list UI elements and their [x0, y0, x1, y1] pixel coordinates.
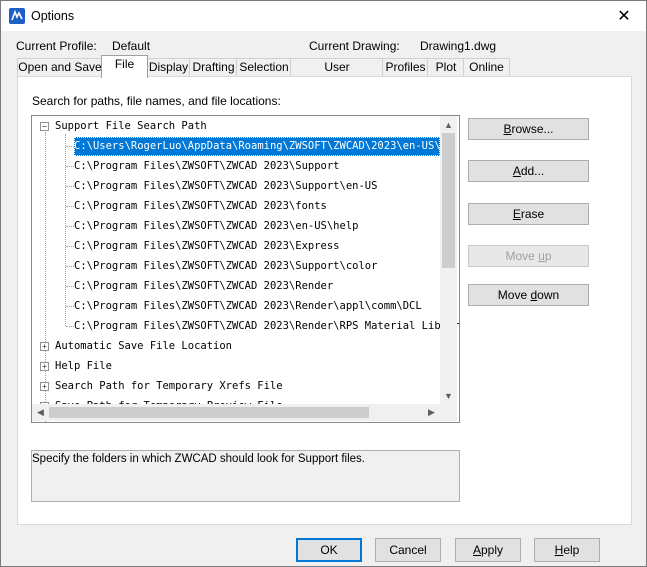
scroll-left-icon[interactable]: ◀	[32, 404, 49, 421]
add-button-label: dd...	[520, 164, 545, 178]
description-box: Specify the folders in which ZWCAD shoul…	[31, 450, 460, 502]
tree-path-item[interactable]: C:\Program Files\ZWSOFT\ZWCAD 2023\Rende…	[74, 317, 459, 336]
erase-button[interactable]: Erase	[468, 203, 589, 225]
tree-connector	[66, 166, 74, 167]
search-prompt: Search for paths, file names, and file l…	[32, 94, 281, 108]
cancel-button[interactable]: Cancel	[375, 538, 441, 562]
current-drawing-label: Current Drawing:	[309, 39, 400, 53]
tree-connector	[66, 326, 74, 327]
vertical-scrollbar[interactable]: ▲ ▼	[440, 116, 457, 404]
scroll-up-icon[interactable]: ▲	[440, 116, 457, 133]
tab-profiles[interactable]: Profiles	[382, 58, 429, 77]
move-up-button[interactable]: Move up	[468, 245, 589, 267]
tree-path-item[interactable]: C:\Program Files\ZWSOFT\ZWCAD 2023\Suppo…	[74, 257, 377, 276]
tree-path-item[interactable]: C:\Program Files\ZWSOFT\ZWCAD 2023\Rende…	[74, 277, 333, 296]
expand-icon[interactable]: +	[40, 342, 49, 351]
tree-node-automatic-save-file-location[interactable]: Automatic Save File Location	[55, 337, 232, 356]
tab-online[interactable]: Online	[463, 58, 510, 77]
tab-user-preferences[interactable]: User Preferences	[290, 58, 384, 91]
tree-connector	[66, 146, 74, 147]
options-dialog: Options ✕ Current Profile: Default Curre…	[0, 0, 647, 567]
tree-path-item[interactable]: C:\Program Files\ZWSOFT\ZWCAD 2023\Suppo…	[74, 177, 377, 196]
tree-connector	[66, 306, 74, 307]
current-profile-label: Current Profile:	[16, 39, 97, 53]
tree-connector	[65, 134, 66, 326]
description-text: Specify the folders in which ZWCAD shoul…	[32, 453, 366, 465]
browse-button-accelerator: B	[503, 122, 512, 136]
tree-connector	[66, 246, 74, 247]
move-up-button-label: Move	[505, 249, 539, 263]
tree-node-help-file[interactable]: Help File	[55, 357, 112, 376]
tree-path-item[interactable]: C:\Program Files\ZWSOFT\ZWCAD 2023\Suppo…	[74, 157, 340, 176]
erase-button-accelerator: E	[512, 207, 521, 221]
browse-button[interactable]: Browse...	[468, 118, 589, 140]
search-path-tree[interactable]: − Support File Search Path C:\Users\Roge…	[31, 115, 460, 423]
move-down-button-label: Move	[497, 288, 531, 302]
scroll-down-icon[interactable]: ▼	[440, 387, 457, 404]
tree-path-item[interactable]: C:\Program Files\ZWSOFT\ZWCAD 2023\Rende…	[74, 297, 422, 316]
close-icon[interactable]: ✕	[602, 1, 646, 31]
apply-button-accelerator: A	[472, 543, 481, 557]
scroll-corner	[440, 404, 457, 421]
ok-button-label: OK	[320, 543, 338, 557]
tab-selection[interactable]: Selection	[236, 58, 292, 77]
ok-button[interactable]: OK	[296, 538, 362, 562]
tree-path-item[interactable]: C:\Program Files\ZWSOFT\ZWCAD 2023\en-US…	[74, 217, 358, 236]
tree-connector	[66, 266, 74, 267]
tree-node-search-path-temporary-xrefs[interactable]: Search Path for Temporary Xrefs File	[55, 377, 283, 396]
move-down-button-label: own	[537, 288, 560, 302]
tree-connector	[66, 186, 74, 187]
tab-file[interactable]: File	[101, 55, 148, 78]
vertical-scroll-thumb[interactable]	[442, 133, 455, 268]
apply-button[interactable]: Apply	[455, 538, 521, 562]
browse-button-label: rowse...	[511, 122, 554, 136]
tree-connector	[45, 132, 46, 422]
cancel-button-label: Cancel	[389, 543, 427, 557]
tab-open-and-save[interactable]: Open and Save	[17, 58, 103, 77]
tab-plot[interactable]: Plot	[427, 58, 465, 77]
tree-path-item-selected[interactable]: C:\Users\RogerLuo\AppData\Roaming\ZWSOFT…	[74, 137, 459, 156]
tab-display[interactable]: Display	[146, 58, 191, 77]
tree-connector	[66, 286, 74, 287]
apply-button-label: pply	[481, 543, 504, 557]
tab-drafting[interactable]: Drafting	[189, 58, 238, 77]
tree-path-item[interactable]: C:\Program Files\ZWSOFT\ZWCAD 2023\fonts	[74, 197, 327, 216]
horizontal-scrollbar[interactable]: ◀ ▶	[32, 404, 440, 421]
horizontal-scroll-thumb[interactable]	[49, 407, 369, 418]
erase-button-label: rase	[520, 207, 545, 221]
expand-icon[interactable]: +	[40, 382, 49, 391]
tree-connector	[66, 226, 74, 227]
title-bar: Options ✕	[1, 1, 646, 31]
help-button[interactable]: Help	[534, 538, 600, 562]
move-up-button-label: p	[544, 249, 552, 263]
tree-connector	[66, 206, 74, 207]
scroll-right-icon[interactable]: ▶	[423, 404, 440, 421]
move-down-button[interactable]: Move down	[468, 284, 589, 306]
expand-icon[interactable]: +	[40, 362, 49, 371]
add-button[interactable]: Add...	[468, 160, 589, 182]
move-up-button-accelerator: u	[538, 249, 545, 263]
help-button-label: elp	[563, 543, 580, 557]
add-button-accelerator: A	[512, 164, 521, 178]
window-title: Options	[31, 9, 75, 23]
app-icon	[9, 8, 25, 24]
collapse-icon[interactable]: −	[40, 122, 49, 131]
tree-path-item[interactable]: C:\Program Files\ZWSOFT\ZWCAD 2023\Expre…	[74, 237, 340, 256]
current-profile-value: Default	[112, 39, 151, 53]
current-drawing-value: Drawing1.dwg	[420, 39, 497, 53]
tree-node-support-file-search-path[interactable]: Support File Search Path	[55, 117, 207, 136]
